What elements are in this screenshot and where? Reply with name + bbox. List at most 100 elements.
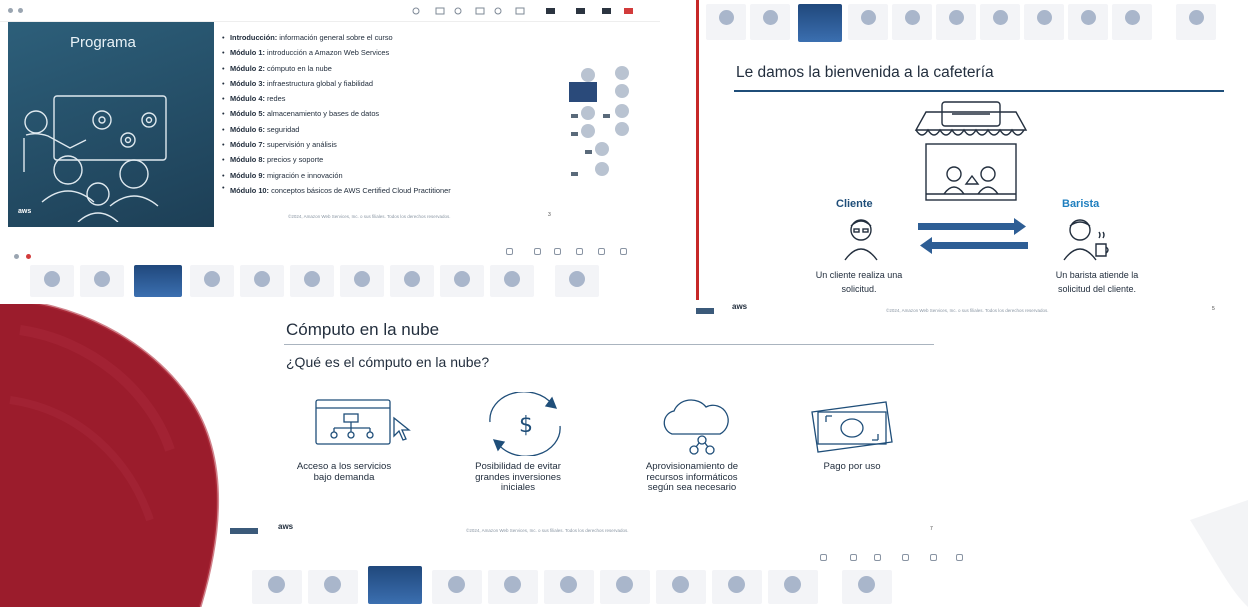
participant-tile[interactable] xyxy=(308,570,358,604)
module-item: Módulo 5: almacenamiento y bases de dato… xyxy=(222,106,522,122)
cloud-network-icon xyxy=(663,399,729,455)
feature-caption: Posibilidad de evitar grandes inversiones… xyxy=(475,461,561,493)
camera-icon[interactable] xyxy=(506,248,513,255)
people-icon[interactable] xyxy=(874,554,881,561)
more-icon[interactable] xyxy=(620,248,627,255)
banknote-icon xyxy=(811,401,893,453)
participant-tile[interactable] xyxy=(750,4,790,40)
programa-panel: Programa aws xyxy=(8,22,214,227)
participant-tile[interactable] xyxy=(842,570,892,604)
meeting-controls[interactable] xyxy=(0,240,660,262)
participant-tile[interactable] xyxy=(936,4,976,40)
participant-tile[interactable] xyxy=(488,570,538,604)
participant-tile[interactable] xyxy=(490,265,534,297)
people-icon[interactable] xyxy=(554,248,561,255)
participant-filmstrip xyxy=(706,4,1236,44)
camera-icon[interactable] xyxy=(820,554,827,561)
presenter-badge xyxy=(696,308,714,314)
module-item: Módulo 7: supervisión y análisis xyxy=(222,137,522,153)
chat-icon[interactable] xyxy=(534,248,541,255)
module-item: Introducción: información general sobre … xyxy=(222,30,522,46)
meeting-toolbar-icons[interactable] xyxy=(410,5,640,17)
cliente-person-icon xyxy=(844,219,878,261)
participant-tile[interactable] xyxy=(432,570,482,604)
request-response-arrows xyxy=(918,218,1028,254)
participant-tile[interactable] xyxy=(712,570,762,604)
module-item: Módulo 4: redes xyxy=(222,91,522,107)
participant-tile[interactable] xyxy=(600,570,650,604)
slide-programa: Programa aws • Introducción: información… xyxy=(8,22,568,227)
module-list: Introducción: información general sobre … xyxy=(222,30,522,195)
chat-icon[interactable] xyxy=(850,554,857,561)
cafe-stand-icon xyxy=(914,101,1028,201)
slide-subtitle: ¿Qué es el cómputo en la nube? xyxy=(286,354,490,370)
aws-logo: aws xyxy=(732,302,748,311)
participant-tile[interactable] xyxy=(390,265,434,297)
aws-logo: aws xyxy=(278,522,294,531)
participant-tile[interactable] xyxy=(80,265,124,297)
share-screen-icon[interactable] xyxy=(930,554,937,561)
title-underline xyxy=(284,344,934,345)
participant-tile[interactable] xyxy=(544,570,594,604)
slide-footer: ©2024, Amazon Web Services, Inc. o sus f… xyxy=(288,214,451,219)
participant-filmstrip xyxy=(30,265,660,299)
participant-tile[interactable] xyxy=(555,265,599,297)
feature-caption: Acceso a los servicios bajo demanda xyxy=(296,461,392,483)
cliente-caption: Un cliente realiza una solicitud. xyxy=(815,270,903,294)
module-item: Módulo 2: cómputo en la nube xyxy=(222,61,522,77)
participant-tile[interactable] xyxy=(848,4,888,40)
title-underline xyxy=(734,90,1224,92)
module-item: Módulo 8: precios y soporte xyxy=(222,152,522,168)
participant-tile[interactable] xyxy=(30,265,74,297)
participant-tile[interactable] xyxy=(1068,4,1108,40)
participant-tile[interactable] xyxy=(240,265,284,297)
teaching-illustration xyxy=(23,95,167,222)
participant-tile[interactable] xyxy=(980,4,1020,40)
participant-tile[interactable] xyxy=(1112,4,1152,40)
module-item: Módulo 9: migración e innovación xyxy=(222,168,522,184)
share-screen-icon[interactable] xyxy=(598,248,605,255)
participant-tile[interactable] xyxy=(340,265,384,297)
participant-filmstrip xyxy=(252,566,952,606)
meeting-top-bar xyxy=(0,0,660,22)
slide-footer: ©2024, Amazon Web Services, Inc. o sus f… xyxy=(886,308,1049,313)
programa-title: Programa xyxy=(70,34,136,51)
participant-tile[interactable] xyxy=(892,4,932,40)
participant-tile[interactable] xyxy=(252,570,302,604)
participant-tile[interactable] xyxy=(1024,4,1064,40)
presenter-badge xyxy=(230,528,258,534)
participant-tile[interactable] xyxy=(706,4,746,40)
meeting-screenshot-programa: Programa aws • Introducción: información… xyxy=(0,0,660,304)
feature-caption: Aprovisionamiento de recursos informático… xyxy=(645,461,739,493)
meeting-controls[interactable] xyxy=(222,550,1012,570)
participant-video-tile[interactable] xyxy=(134,265,182,297)
more-icon[interactable] xyxy=(956,554,963,561)
raise-hand-icon[interactable] xyxy=(902,554,909,561)
slide-page-number: 3 xyxy=(548,212,551,218)
feature-caption: Pago por uso xyxy=(823,461,881,472)
participant-tile[interactable] xyxy=(190,265,234,297)
participant-tile[interactable] xyxy=(440,265,484,297)
cliente-label: Cliente xyxy=(836,198,873,210)
participant-tile[interactable] xyxy=(1176,4,1216,40)
module-item: Módulo 10: conceptos básicos de AWS Cert… xyxy=(222,183,522,195)
dollar-cycle-icon: $ xyxy=(489,392,561,456)
svg-text:$: $ xyxy=(519,413,533,438)
participant-tile[interactable] xyxy=(768,570,818,604)
barista-caption: Un barista atiende la solicitud del clien… xyxy=(1055,270,1139,294)
meeting-screenshot-computo-nube: Cómputo en la nube ¿Qué es el cómputo en… xyxy=(222,316,1012,607)
slide-page-number: 5 xyxy=(1212,306,1215,312)
aws-logo: aws xyxy=(18,208,32,215)
slide-page-number: 7 xyxy=(930,526,933,532)
module-item: Módulo 3: infraestructura global y fiabi… xyxy=(222,76,522,92)
participant-video-tile[interactable] xyxy=(798,4,842,42)
meeting-screenshot-cafeteria: Le damos la bienvenida a la cafetería Cl… xyxy=(696,0,1248,320)
slide-footer: ©2024, Amazon Web Services, Inc. o sus f… xyxy=(466,528,629,533)
participant-tile[interactable] xyxy=(290,265,334,297)
barista-label: Barista xyxy=(1062,198,1100,210)
participant-tile[interactable] xyxy=(656,570,706,604)
barista-person-icon xyxy=(1063,219,1109,261)
participant-video-tile[interactable] xyxy=(368,566,422,604)
raise-hand-icon[interactable] xyxy=(576,248,583,255)
module-item: Módulo 1: introducción a Amazon Web Serv… xyxy=(222,45,522,61)
